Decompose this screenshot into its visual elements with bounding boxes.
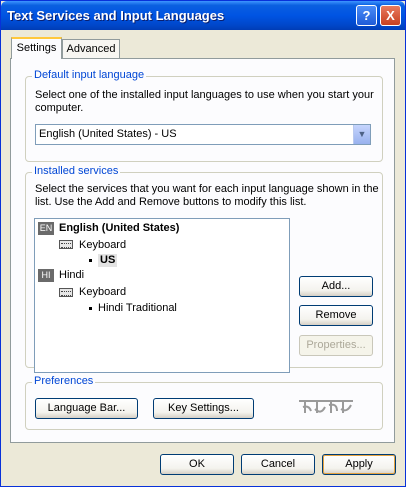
installed-services-description-2: list. Use the Add and Remove buttons to … xyxy=(35,196,307,208)
chevron-down-icon[interactable]: ▼ xyxy=(353,125,370,144)
default-language-group-label: Default input language xyxy=(32,69,147,81)
installed-services-group-label: Installed services xyxy=(32,165,121,177)
dialog-window: Text Services and Input Languages ? X Se… xyxy=(0,0,406,487)
bullet-icon xyxy=(89,307,92,310)
list-item-language-hindi[interactable]: Hindi xyxy=(59,269,84,282)
language-bar-button[interactable]: Language Bar... xyxy=(35,398,138,419)
add-button[interactable]: Add... xyxy=(299,276,373,297)
installed-services-list[interactable]: EN English (United States) Keyboard US H… xyxy=(34,218,290,373)
ok-button[interactable]: OK xyxy=(160,454,234,475)
tab-settings[interactable]: Settings xyxy=(11,37,62,59)
list-item-language-english[interactable]: English (United States) xyxy=(59,222,179,235)
bullet-icon xyxy=(89,259,92,262)
cancel-button[interactable]: Cancel xyxy=(241,454,315,475)
list-item-layout-hindi-traditional[interactable]: Hindi Traditional xyxy=(98,302,177,315)
hindi-script-logo-icon xyxy=(299,400,353,413)
keyboard-icon xyxy=(59,240,73,249)
language-badge-hi: HI xyxy=(38,269,54,282)
close-button[interactable]: X xyxy=(380,5,401,26)
keyboard-icon xyxy=(59,288,73,297)
apply-button[interactable]: Apply xyxy=(322,454,396,475)
default-language-description-2: computer. xyxy=(35,102,84,114)
preferences-group-label: Preferences xyxy=(32,375,96,387)
default-language-value: English (United States) - US xyxy=(39,128,177,140)
default-language-description-1: Select one of the installed input langua… xyxy=(35,89,374,101)
list-item-keyboard-hindi[interactable]: Keyboard xyxy=(79,286,126,299)
window-title: Text Services and Input Languages xyxy=(7,8,225,23)
key-settings-button[interactable]: Key Settings... xyxy=(153,398,254,419)
properties-button[interactable]: Properties... xyxy=(299,335,373,356)
help-button[interactable]: ? xyxy=(356,5,377,26)
list-item-keyboard-english[interactable]: Keyboard xyxy=(79,239,126,252)
title-bar[interactable]: Text Services and Input Languages ? X xyxy=(1,1,405,30)
language-badge-en: EN xyxy=(38,222,54,235)
tab-advanced[interactable]: Advanced xyxy=(62,39,120,59)
list-item-layout-us[interactable]: US xyxy=(98,254,118,267)
installed-services-description-1: Select the services that you want for ea… xyxy=(35,183,379,195)
default-language-select[interactable]: English (United States) - US ▼ xyxy=(35,124,371,145)
remove-button[interactable]: Remove xyxy=(299,305,373,326)
